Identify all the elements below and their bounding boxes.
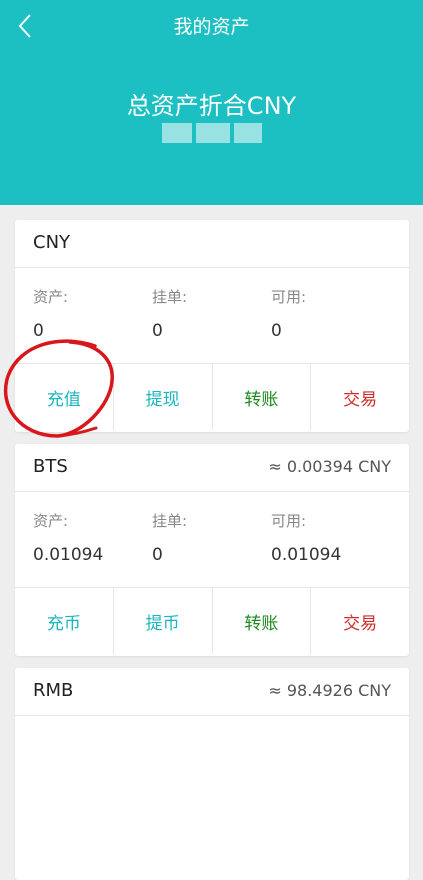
- asset-value: 0: [33, 321, 44, 341]
- app-header: 我的资产 总资产折合CNY: [0, 0, 423, 205]
- approx-value: ≈ 98.4926 CNY: [268, 681, 391, 700]
- available-value: 0.01094: [271, 545, 342, 565]
- approx-value: ≈ 0.00394 CNY: [268, 457, 391, 476]
- asset-label: 资产:: [33, 512, 69, 530]
- orders-value: 0: [152, 545, 163, 565]
- transfer-button[interactable]: 转账: [213, 588, 312, 654]
- orders-label: 挂单:: [152, 512, 188, 530]
- total-assets-value-blurred: [162, 116, 272, 150]
- asset-card-bts: BTS ≈ 0.00394 CNY 资产: 0.01094 挂单: 0 可用: …: [15, 444, 409, 656]
- orders-value: 0: [152, 321, 163, 341]
- page-title: 我的资产: [173, 16, 250, 38]
- currency-name: CNY: [33, 232, 71, 253]
- asset-label: 资产:: [33, 288, 69, 306]
- trade-button[interactable]: 交易: [311, 588, 409, 654]
- trade-button[interactable]: 交易: [311, 364, 409, 430]
- withdraw-coin-button[interactable]: 提币: [114, 588, 213, 654]
- available-value: 0: [271, 321, 282, 341]
- asset-value: 0.01094: [33, 545, 104, 565]
- orders-label: 挂单:: [152, 288, 188, 306]
- asset-card-cny: CNY 资产: 0 挂单: 0 可用: 0 充值 提现 转账 交易: [15, 220, 409, 432]
- withdraw-button[interactable]: 提现: [114, 364, 213, 430]
- currency-name: BTS: [33, 456, 68, 477]
- currency-name: RMB: [33, 680, 74, 701]
- available-label: 可用:: [271, 512, 307, 530]
- transfer-button[interactable]: 转账: [213, 364, 312, 430]
- asset-card-rmb: RMB ≈ 98.4926 CNY: [15, 668, 409, 880]
- deposit-coin-button[interactable]: 充币: [15, 588, 114, 654]
- available-label: 可用:: [271, 288, 307, 306]
- recharge-button[interactable]: 充值: [15, 364, 114, 430]
